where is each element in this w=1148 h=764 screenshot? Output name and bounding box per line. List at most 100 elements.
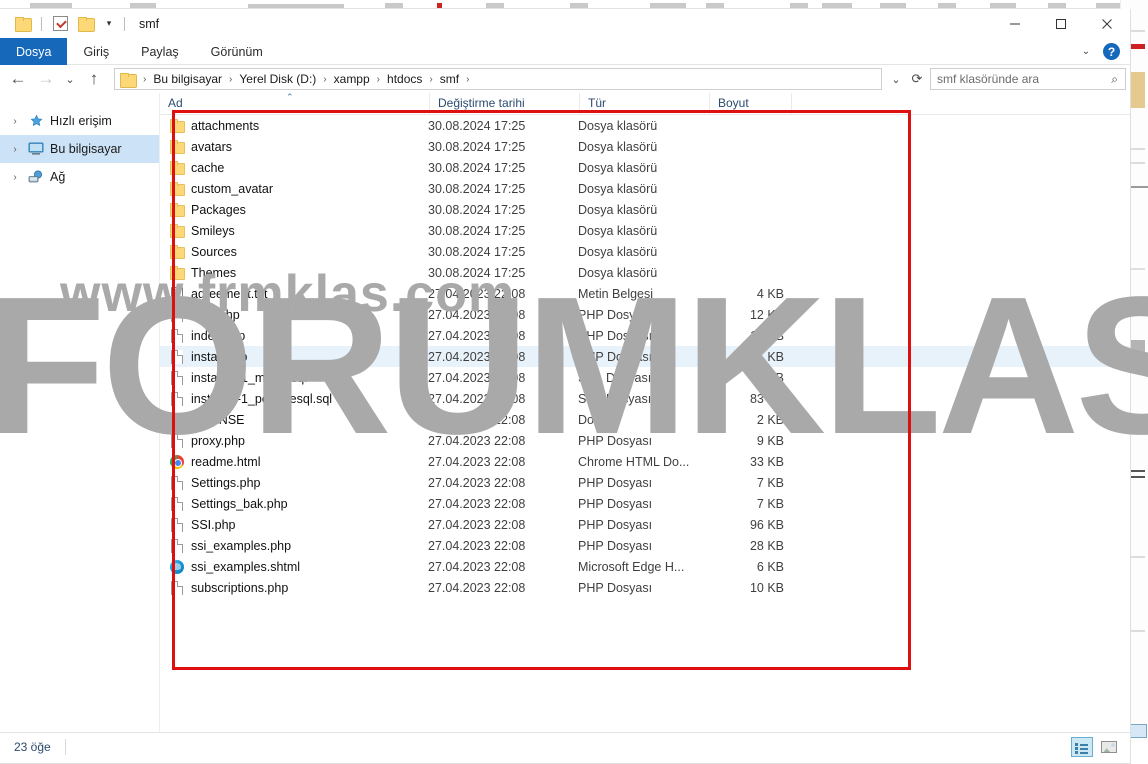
file-size-cell: 16 KB: [708, 329, 790, 343]
sidebar-item-this-pc-label: Bu bilgisayar: [50, 142, 122, 156]
new-folder-icon[interactable]: [73, 13, 99, 35]
search-input[interactable]: smf klasöründe ara ⌕: [930, 68, 1126, 90]
table-row[interactable]: agreement.txt27.04.2023 22:08Metin Belge…: [160, 283, 1130, 304]
chevron-right-icon[interactable]: ›: [8, 172, 22, 183]
table-row[interactable]: readme.html27.04.2023 22:08Chrome HTML D…: [160, 451, 1130, 472]
file-type-cell: PHP Dosyası: [578, 434, 708, 448]
breadcrumb[interactable]: › Bu bilgisayar › Yerel Disk (D:) › xamp…: [114, 68, 882, 90]
table-row[interactable]: avatars30.08.2024 17:25Dosya klasörü: [160, 136, 1130, 157]
file-icon: [170, 391, 184, 406]
table-row[interactable]: install_2-1_mysql.sql27.04.2023 22:08SQL…: [160, 367, 1130, 388]
file-name-cell: Packages: [160, 202, 428, 217]
tab-dosya[interactable]: Dosya: [0, 38, 67, 65]
table-row[interactable]: LICENSE27.04.2023 22:08Dosya2 KB: [160, 409, 1130, 430]
breadcrumb-item-1[interactable]: Yerel Disk (D:): [236, 72, 319, 86]
file-name-cell: install.php: [160, 349, 428, 364]
maximize-icon[interactable]: [1038, 9, 1084, 38]
chevron-right-icon[interactable]: ›: [8, 144, 22, 155]
table-row[interactable]: Packages30.08.2024 17:25Dosya klasörü: [160, 199, 1130, 220]
refresh-icon[interactable]: ⟳: [906, 68, 928, 90]
window-title: smf: [139, 17, 159, 31]
sidebar-item-this-pc[interactable]: › Bu bilgisayar: [0, 135, 159, 163]
file-size-cell: 4 KB: [708, 287, 790, 301]
table-row[interactable]: cron.php27.04.2023 22:08PHP Dosyası12 KB: [160, 304, 1130, 325]
table-row[interactable]: Sources30.08.2024 17:25Dosya klasörü: [160, 241, 1130, 262]
table-row[interactable]: ssi_examples.shtml27.04.2023 22:08Micros…: [160, 556, 1130, 577]
window-controls[interactable]: [992, 9, 1130, 38]
table-row[interactable]: custom_avatar30.08.2024 17:25Dosya klasö…: [160, 178, 1130, 199]
folder-icon: [170, 181, 184, 196]
file-name-label: install_2-1_postgresql.sql: [191, 392, 332, 406]
column-header-type[interactable]: Tür: [580, 93, 710, 114]
chrome-icon: [170, 455, 184, 469]
monitor-icon: [26, 140, 46, 158]
close-icon[interactable]: [1084, 9, 1130, 38]
quick-access-toolbar[interactable]: ▾: [0, 13, 130, 35]
view-mode-buttons[interactable]: [1071, 737, 1120, 757]
minimize-icon[interactable]: [992, 9, 1038, 38]
table-row[interactable]: proxy.php27.04.2023 22:08PHP Dosyası9 KB: [160, 430, 1130, 451]
sidebar-item-network[interactable]: › Ağ: [0, 163, 159, 191]
file-type-cell: Dosya klasörü: [578, 245, 708, 259]
column-header-name[interactable]: ⌃ Ad: [160, 93, 430, 114]
table-row[interactable]: Settings.php27.04.2023 22:08PHP Dosyası7…: [160, 472, 1130, 493]
table-row[interactable]: index.php27.04.2023 22:08PHP Dosyası16 K…: [160, 325, 1130, 346]
file-type-cell: Microsoft Edge H...: [578, 560, 708, 574]
breadcrumb-separator-4: ›: [425, 74, 436, 85]
file-name-label: agreement.txt: [191, 287, 267, 301]
file-name-label: Themes: [191, 266, 236, 280]
file-type-cell: PHP Dosyası: [578, 308, 708, 322]
file-name-cell: avatars: [160, 139, 428, 154]
column-header-date[interactable]: Değiştirme tarihi: [430, 93, 580, 114]
folder-icon[interactable]: [10, 13, 36, 35]
file-name-cell: install_2-1_postgresql.sql: [160, 391, 428, 406]
column-header-size[interactable]: Boyut: [710, 93, 792, 114]
details-view-icon[interactable]: [1071, 737, 1093, 757]
file-size-cell: 7 KB: [708, 476, 790, 490]
folder-icon: [170, 118, 184, 133]
table-row[interactable]: install.php27.04.2023 22:08PHP Dosyası77…: [160, 346, 1130, 367]
table-row[interactable]: Settings_bak.php27.04.2023 22:08PHP Dosy…: [160, 493, 1130, 514]
file-date-cell: 27.04.2023 22:08: [428, 329, 578, 343]
file-date-cell: 27.04.2023 22:08: [428, 434, 578, 448]
table-row[interactable]: Themes30.08.2024 17:25Dosya klasörü: [160, 262, 1130, 283]
file-type-cell: Dosya klasörü: [578, 182, 708, 196]
file-name-cell: ssi_examples.php: [160, 538, 428, 553]
arrow-up-icon[interactable]: ↑: [80, 66, 108, 92]
breadcrumb-item-4[interactable]: smf: [437, 72, 462, 86]
table-row[interactable]: Smileys30.08.2024 17:25Dosya klasörü: [160, 220, 1130, 241]
file-size-cell: 83 KB: [708, 392, 790, 406]
table-row[interactable]: attachments30.08.2024 17:25Dosya klasörü: [160, 115, 1130, 136]
breadcrumb-item-2[interactable]: xampp: [331, 72, 373, 86]
tab-paylas[interactable]: Paylaş: [125, 38, 195, 65]
breadcrumb-folder-icon[interactable]: [120, 73, 135, 86]
recent-locations-icon[interactable]: ⌄: [60, 66, 80, 92]
chevron-down-icon[interactable]: ▾: [99, 13, 119, 35]
table-row[interactable]: install_2-1_postgresql.sql27.04.2023 22:…: [160, 388, 1130, 409]
chevron-down-icon[interactable]: ⌄: [1075, 40, 1097, 64]
breadcrumb-item-0[interactable]: Bu bilgisayar: [150, 72, 225, 86]
table-row[interactable]: ssi_examples.php27.04.2023 22:08PHP Dosy…: [160, 535, 1130, 556]
large-icons-view-icon[interactable]: [1098, 737, 1120, 757]
sidebar-item-quick-access[interactable]: › Hızlı erişim: [0, 107, 159, 135]
breadcrumb-item-3[interactable]: htdocs: [384, 72, 425, 86]
checkbox-icon[interactable]: [47, 13, 73, 35]
table-row[interactable]: subscriptions.php27.04.2023 22:08PHP Dos…: [160, 577, 1130, 598]
tab-gorunum[interactable]: Görünüm: [195, 38, 279, 65]
address-dropdown-icon[interactable]: ⌄: [886, 66, 906, 92]
ribbon-tab-bar: Dosya Giriş Paylaş Görünüm ⌄ ?: [0, 38, 1130, 65]
search-icon[interactable]: ⌕: [1111, 72, 1118, 87]
breadcrumb-separator-5: ›: [462, 74, 473, 85]
help-icon[interactable]: ?: [1103, 43, 1120, 60]
arrow-left-icon[interactable]: ←: [4, 66, 32, 92]
arrow-right-icon[interactable]: →: [32, 66, 60, 92]
file-date-cell: 30.08.2024 17:25: [428, 182, 578, 196]
table-row[interactable]: SSI.php27.04.2023 22:08PHP Dosyası96 KB: [160, 514, 1130, 535]
table-row[interactable]: cache30.08.2024 17:25Dosya klasörü: [160, 157, 1130, 178]
file-size-cell: 10 KB: [708, 581, 790, 595]
file-name-cell: proxy.php: [160, 433, 428, 448]
tab-giris[interactable]: Giriş: [67, 38, 125, 65]
file-name-label: Settings_bak.php: [191, 497, 288, 511]
chevron-right-icon[interactable]: ›: [8, 116, 22, 127]
navigation-pane: › Hızlı erişim ›: [0, 93, 160, 732]
